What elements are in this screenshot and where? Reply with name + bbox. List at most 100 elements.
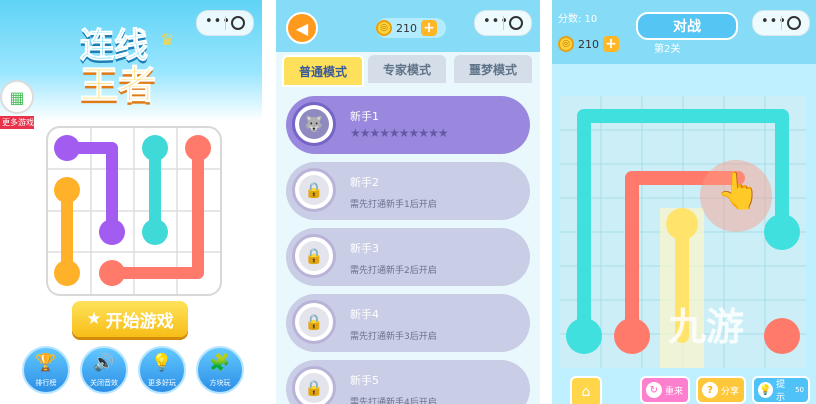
back-arrow-icon: ◀ [295,18,309,38]
restart-label: 重来 [665,386,684,397]
mini-program-capsule[interactable]: ••• [474,10,532,36]
orange-dot-end [54,260,80,286]
level-stars: ★★★★★★★★★★ [350,126,449,140]
tab-normal-mode[interactable]: 普通模式 [282,55,364,87]
coin-icon: ◎ [376,20,392,36]
level-badge: 🔒 [292,234,336,278]
game-board[interactable]: 👆 九游 [560,96,806,368]
level-unlock-hint: 需先打通新手3后开启 [350,332,437,342]
start-game-button[interactable]: ★ 开始游戏 [72,301,188,337]
close-icon[interactable] [509,16,523,30]
home-bottom-bar: 🏆 排行榜 🔊 关闭音效 💡 更多好玩 🧩 方块玩 [20,346,250,404]
level-card-1[interactable]: 🐺 新手1 ★★★★★★★★★★ [286,96,530,154]
orange-dot-start [54,177,80,203]
more-fun-button[interactable]: 💡 更多好玩 [138,346,186,394]
level-unlock-hint: 需先打通新手4后开启 [350,398,437,404]
cyan-dot-end [142,219,168,245]
coin-counter: ◎ 210 + [558,34,624,54]
home-icon: ⌂ [581,384,591,400]
add-coins-button[interactable]: + [603,36,619,52]
star-icon: ★ [86,309,102,329]
level-badge: 🔒 [292,168,336,212]
restart-icon: ↻ [646,382,662,398]
add-coins-button[interactable]: + [421,20,437,36]
share-label: 分享 [721,386,740,397]
tab-nightmare-mode[interactable]: 噩梦模式 [454,55,532,83]
lock-icon: 🔒 [299,241,329,271]
level-name: 新手2 [350,176,379,189]
wolf-badge-icon: 🐺 [299,109,329,139]
close-icon[interactable] [787,16,801,30]
close-icon[interactable] [231,16,245,30]
coin-icon: ◎ [558,36,574,52]
back-button[interactable]: ◀ [286,12,318,44]
mode-tabs: 普通模式 专家模式 噩梦模式 [282,55,534,87]
level-name: 新手3 [350,242,379,255]
coral-dot-end [99,260,125,286]
level-badge: 🔒 [292,300,336,344]
sound-toggle-button[interactable]: 🔊 关闭音效 [80,346,128,394]
speaker-icon: 🔊 [93,353,115,373]
mini-program-capsule[interactable]: ••• [752,10,810,36]
block-game-label: 方块玩 [209,379,231,387]
more-icon[interactable]: ••• [483,14,509,29]
more-games-button[interactable]: ▦ 更多游戏 [0,80,34,129]
lightbulb-icon: 💡 [151,353,173,373]
lock-icon: 🔒 [299,175,329,205]
blocks-icon: ▦ [0,80,34,114]
lock-icon: 🔒 [299,307,329,337]
puzzle-preview-board [46,126,222,296]
tab-expert-mode[interactable]: 专家模式 [368,55,446,83]
more-fun-label: 更多好玩 [148,379,176,387]
level-card-5[interactable]: 🔒 新手5 需先打通新手4后开启 [286,360,530,404]
restart-button[interactable]: ↻ 重来 [640,376,690,404]
more-games-label: 更多游戏 [0,116,34,129]
more-icon[interactable]: ••• [205,14,231,29]
puzzle-preview-svg [48,128,220,294]
home-button[interactable]: ⌂ [570,376,602,404]
level-card-3[interactable]: 🔒 新手3 需先打通新手2后开启 [286,228,530,286]
question-icon: ? [702,382,718,398]
hint-count: 50 [795,386,804,394]
level-name: 新手4 [350,308,379,321]
home-screen: ••• 连线 ♛ 王者 ▦ 更多游戏 ★ 开始游戏 🏆 排行榜 🔊 关闭音效 💡… [0,0,262,404]
hint-label: 提示 [776,380,786,403]
level-name: 新手1 [350,110,379,123]
cyan-dot-start [142,135,168,161]
level-name: 新手5 [350,374,379,387]
crown-icon: ♛ [160,30,175,49]
block-game-button[interactable]: 🧩 方块玩 [196,346,244,394]
hint-button[interactable]: 💡 提示 50 [752,376,810,404]
game-screen: 分数: 10 ◎ 210 + 对战 第2关 ••• 👆 九游 ⌂ ↻ 重来 ? … [552,0,816,404]
purple-dot-end [99,219,125,245]
blocks-icon: 🧩 [209,353,231,373]
lightbulb-icon: 💡 [758,382,774,398]
coral-dot-end [764,318,800,354]
leaderboard-button[interactable]: 🏆 排行榜 [22,346,70,394]
mini-program-capsule[interactable]: ••• [196,10,254,36]
more-icon[interactable]: ••• [761,14,787,29]
game-bottom-bar: ⌂ ↻ 重来 ? 分享 💡 提示 50 [552,372,816,404]
coral-dot-start [185,135,211,161]
level-card-4[interactable]: 🔒 新手4 需先打通新手3后开启 [286,294,530,352]
trophy-icon: 🏆 [35,353,57,373]
current-level: 第2关 [654,44,681,55]
coral-dot-start [614,318,650,354]
leaderboard-label: 排行榜 [35,379,57,387]
level-unlock-hint: 需先打通新手1后开启 [350,200,437,210]
watermark: 九游 [668,305,745,349]
start-game-label: 开始游戏 [105,311,174,332]
coin-counter: ◎ 210 + [376,18,446,38]
cyan-dot-end [764,214,800,250]
level-badge: 🔒 [292,366,336,404]
pointing-hand-icon: 👆 [716,171,761,212]
cyan-dot-start [566,318,602,354]
game-logo-line2: 王者 [79,63,157,108]
share-button[interactable]: ? 分享 [696,376,746,404]
level-unlock-hint: 需先打通新手2后开启 [350,266,437,276]
sound-toggle-label: 关闭音效 [90,379,118,387]
level-card-2[interactable]: 🔒 新手2 需先打通新手1后开启 [286,162,530,220]
coin-value: 210 [578,37,599,51]
purple-dot-start [54,135,80,161]
level-badge: 🐺 [292,102,336,146]
